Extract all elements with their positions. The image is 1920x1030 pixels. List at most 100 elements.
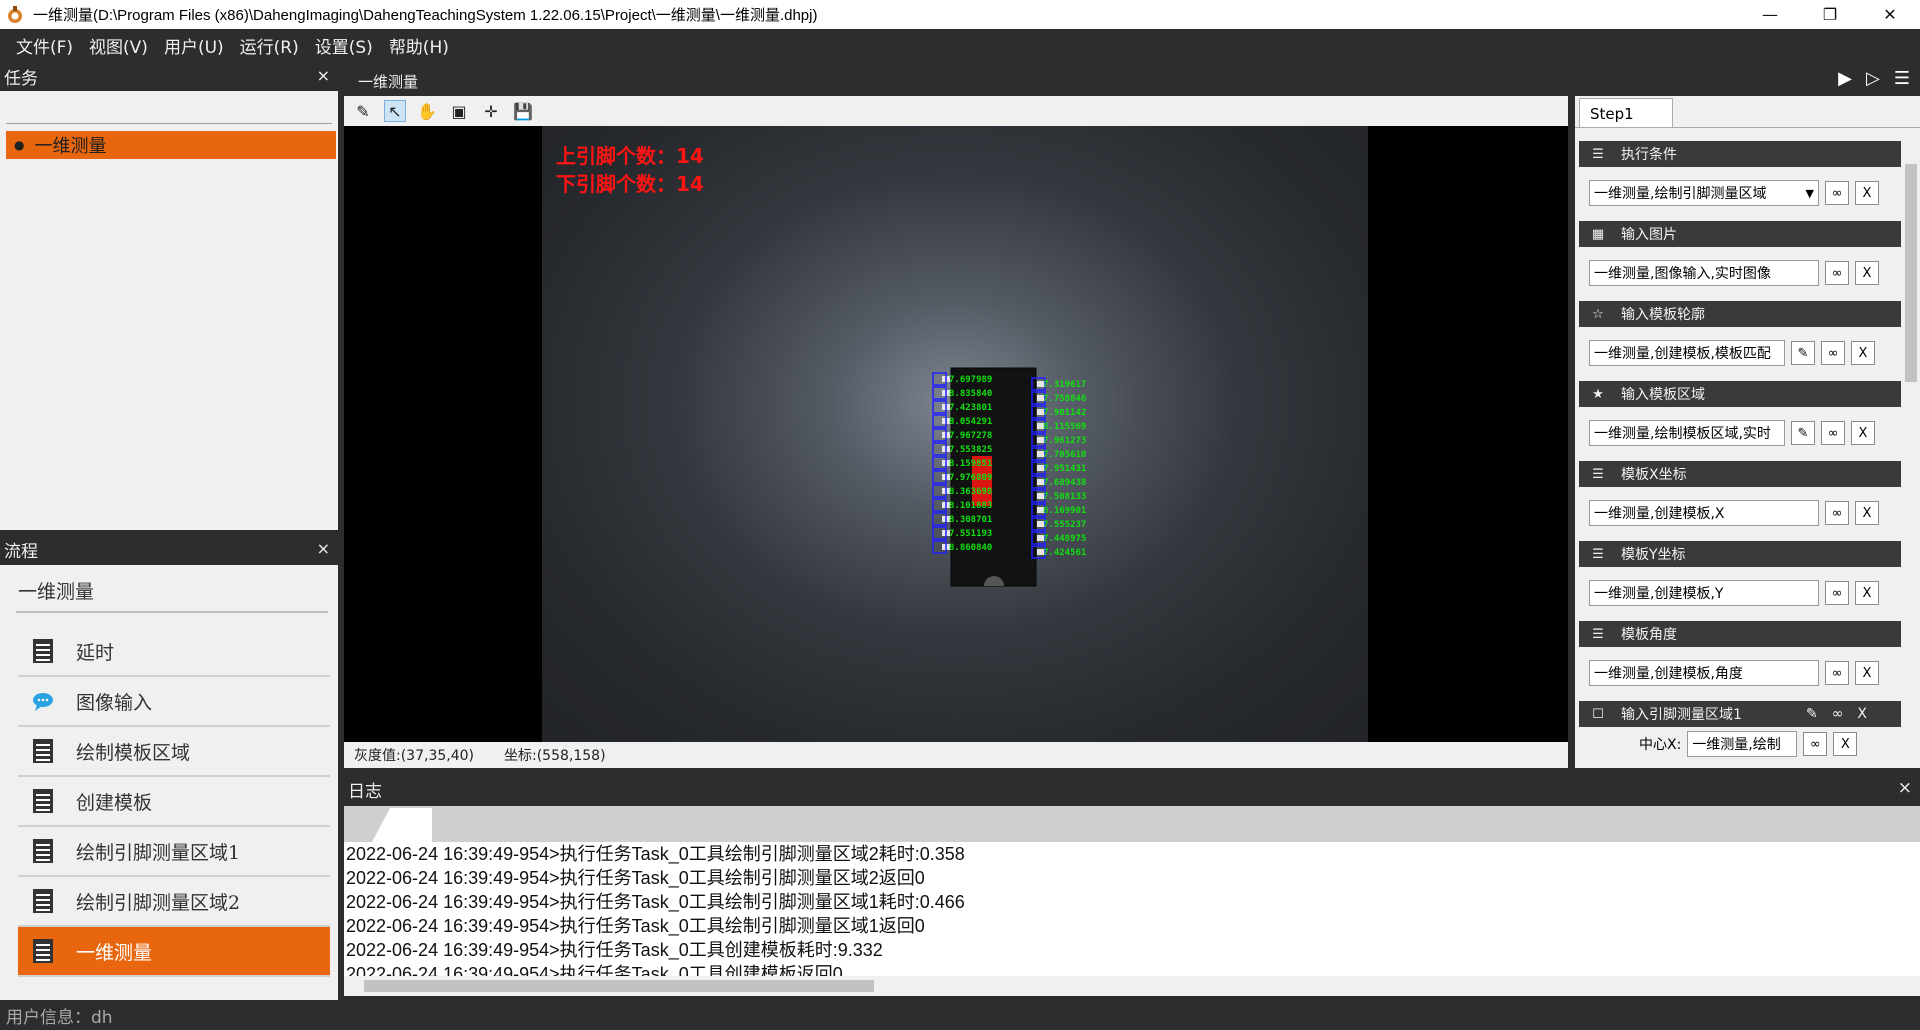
- property-section: ☐ 输入引脚测量区域1 ✎ ∞ X 中心X: 一维测量,绘制 ∞ X: [1579, 701, 1901, 761]
- remove-link-button[interactable]: X: [1855, 181, 1879, 205]
- section-icon: ☰: [1592, 146, 1604, 162]
- property-header[interactable]: ▦ 输入图片: [1579, 221, 1901, 247]
- chat-bubble-icon: [33, 693, 53, 711]
- property-header[interactable]: ☰ 模板角度: [1579, 621, 1901, 647]
- minimize-button[interactable]: —: [1740, 0, 1800, 29]
- menu-run[interactable]: 运行(R): [232, 33, 307, 58]
- task-panel-close-icon[interactable]: ×: [317, 66, 330, 85]
- image-status-bar: 灰度值:(37,35,40) 坐标:(558,158): [344, 742, 1568, 768]
- maximize-button[interactable]: ❐: [1800, 0, 1860, 29]
- close-window-button[interactable]: ✕: [1860, 0, 1920, 29]
- remove-link-button[interactable]: X: [1851, 421, 1875, 445]
- image-toolbar: ✎ ↖ ✋ ▣ ✛ 💾: [344, 96, 1568, 126]
- menu-help[interactable]: 帮助(H): [381, 33, 457, 58]
- chip-measurement-overlay: 7.697989 7.319617 8.835840 7.758846 7.423801…: [932, 367, 1086, 587]
- run-once-icon[interactable]: ▷: [1866, 68, 1880, 89]
- property-value: 一维测量,创建模板,Y: [1594, 586, 1724, 602]
- image-view[interactable]: 上引脚个数：14 下引脚个数：14 7.697989 7.319617 8.8358…: [344, 126, 1568, 742]
- run-icon[interactable]: ▶: [1838, 68, 1852, 89]
- edit-roi-icon[interactable]: ✎: [352, 100, 374, 122]
- link-icon[interactable]: ∞: [1825, 581, 1849, 605]
- remove-link-button[interactable]: X: [1855, 261, 1879, 285]
- property-value-field[interactable]: 一维测量,创建模板,Y: [1589, 580, 1819, 606]
- flow-item-draw-template-region[interactable]: 绘制模板区域: [18, 727, 330, 777]
- section-icon: ★: [1592, 386, 1604, 402]
- flow-item-draw-pin-region-2[interactable]: 绘制引脚测量区域2: [18, 877, 330, 927]
- coordinate-readout: 坐标:(558,158): [504, 748, 606, 764]
- properties-scrollbar[interactable]: [1902, 142, 1920, 752]
- document-icon: [33, 639, 53, 663]
- link-icon[interactable]: ∞: [1825, 261, 1849, 285]
- link-icon[interactable]: ∞: [1832, 706, 1844, 722]
- remove-link-button[interactable]: X: [1855, 581, 1879, 605]
- remove-link-button[interactable]: X: [1855, 661, 1879, 685]
- remove-link-button[interactable]: X: [1851, 341, 1875, 365]
- flow-item-delay[interactable]: 延时: [18, 627, 330, 677]
- link-icon[interactable]: ∞: [1821, 341, 1845, 365]
- link-icon[interactable]: ∞: [1825, 501, 1849, 525]
- divider: [6, 123, 332, 124]
- property-header[interactable]: ☰ 执行条件: [1579, 141, 1901, 167]
- window-title: 一维测量(D:\Program Files (x86)\DahengImagin…: [33, 7, 818, 24]
- property-header[interactable]: ☐ 输入引脚测量区域1 ✎ ∞ X: [1579, 701, 1901, 727]
- tab-step1[interactable]: Step1: [1579, 98, 1673, 128]
- remove-link-button[interactable]: X: [1855, 501, 1879, 525]
- flow-item-label: 延时: [76, 641, 115, 664]
- edit-icon[interactable]: ✎: [1791, 421, 1815, 445]
- menu-user[interactable]: 用户(U): [156, 33, 232, 58]
- link-icon[interactable]: ∞: [1803, 732, 1828, 756]
- pin-width-label-left: 8.860840: [949, 543, 992, 553]
- save-image-icon[interactable]: 💾: [512, 100, 534, 122]
- menu-icon[interactable]: ☰: [1894, 68, 1910, 89]
- pointer-icon[interactable]: ↖: [384, 100, 406, 122]
- scrollbar-thumb[interactable]: [364, 980, 874, 992]
- flow-item-image-input[interactable]: 图像输入: [18, 677, 330, 727]
- log-panel-close-icon[interactable]: ×: [1898, 778, 1912, 798]
- property-value-field[interactable]: 一维测量,创建模板,模板匹配: [1589, 340, 1785, 366]
- property-value-field[interactable]: 一维测量,绘制引脚测量区域 ▼: [1589, 180, 1819, 206]
- menu-file[interactable]: 文件(F): [8, 33, 81, 58]
- property-value-field[interactable]: 一维测量,图像输入,实时图像: [1589, 260, 1819, 286]
- pin-width-label-right: 7.758846: [1043, 394, 1086, 404]
- property-row: 一维测量,绘制模板区域,实时 ✎ ∞ X: [1579, 407, 1901, 459]
- pin-width-label-left: 7.551193: [949, 529, 992, 539]
- property-row: 中心X: 一维测量,绘制 ∞ X: [1579, 727, 1901, 761]
- log-body[interactable]: 2022-06-24 16:39:49-954>执行任务Task_0工具绘制引脚…: [344, 842, 1920, 978]
- property-header[interactable]: ☰ 模板X坐标: [1579, 461, 1901, 487]
- log-line: 2022-06-24 16:39:49-954>执行任务Task_0工具绘制引脚…: [346, 844, 965, 864]
- crosshair-icon[interactable]: ✛: [480, 100, 502, 122]
- property-header[interactable]: ☆ 输入模板轮廓: [1579, 301, 1901, 327]
- pin-width-label-right: 7.555237: [1043, 520, 1086, 530]
- property-value-field[interactable]: 一维测量,绘制模板区域,实时: [1589, 420, 1785, 446]
- task-item-1d-measure[interactable]: ● 一维测量: [6, 131, 336, 159]
- link-icon[interactable]: ∞: [1825, 661, 1849, 685]
- flow-panel-close-icon[interactable]: ×: [317, 539, 330, 558]
- property-row: 一维测量,创建模板,角度 ∞ X: [1579, 647, 1901, 699]
- property-title: 输入引脚测量区域1: [1621, 707, 1742, 723]
- property-value-field[interactable]: 一维测量,绘制: [1687, 731, 1798, 757]
- remove-link-button[interactable]: X: [1857, 706, 1867, 722]
- property-value-field[interactable]: 一维测量,创建模板,角度: [1589, 660, 1819, 686]
- property-value-field[interactable]: 一维测量,创建模板,X: [1589, 500, 1819, 526]
- log-horizontal-scrollbar[interactable]: [344, 976, 1920, 996]
- edit-icon[interactable]: ✎: [1806, 706, 1818, 722]
- log-tab[interactable]: [372, 808, 432, 842]
- flow-item-draw-pin-region-1[interactable]: 绘制引脚测量区域1: [18, 827, 330, 877]
- property-value: 一维测量,绘制引脚测量区域: [1594, 186, 1767, 202]
- log-line: 2022-06-24 16:39:49-954>执行任务Task_0工具创建模板…: [346, 940, 883, 960]
- link-icon[interactable]: ∞: [1821, 421, 1845, 445]
- scrollbar-thumb[interactable]: [1905, 164, 1917, 382]
- section-icon: ▦: [1591, 226, 1605, 242]
- property-header[interactable]: ☰ 模板Y坐标: [1579, 541, 1901, 567]
- property-header[interactable]: ★ 输入模板区域: [1579, 381, 1901, 407]
- hand-pan-icon[interactable]: ✋: [416, 100, 438, 122]
- menu-view[interactable]: 视图(V): [81, 33, 156, 58]
- log-tab-strip: [344, 806, 1920, 842]
- flow-item-1d-measure[interactable]: 一维测量: [18, 927, 330, 977]
- fit-window-icon[interactable]: ▣: [448, 100, 470, 122]
- remove-link-button[interactable]: X: [1833, 732, 1858, 756]
- menu-settings[interactable]: 设置(S): [307, 33, 381, 58]
- edit-icon[interactable]: ✎: [1791, 341, 1815, 365]
- link-icon[interactable]: ∞: [1825, 181, 1849, 205]
- flow-item-create-template[interactable]: 创建模板: [18, 777, 330, 827]
